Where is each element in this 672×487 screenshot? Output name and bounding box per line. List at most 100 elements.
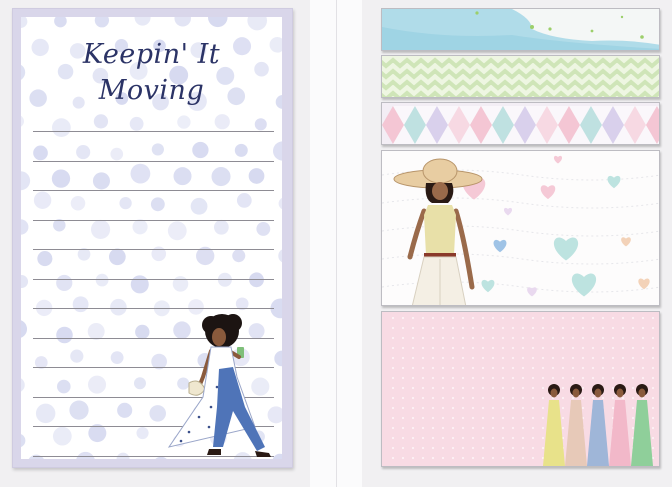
pink-dot <box>652 347 654 349</box>
polka-dot <box>278 249 282 263</box>
figure-face <box>550 388 558 398</box>
pink-dot <box>562 317 564 319</box>
polka-dot <box>93 114 109 129</box>
pink-dot <box>472 357 474 359</box>
flag-hearts <box>381 150 660 306</box>
pink-dot <box>402 457 404 459</box>
notepad-title-line-1: Keepin' It <box>82 39 221 70</box>
pink-dot <box>402 337 404 339</box>
pink-dot <box>452 427 454 429</box>
ruled-line <box>33 131 274 132</box>
pink-dot <box>652 357 654 359</box>
pink-dot <box>622 377 624 379</box>
pink-dot <box>572 337 574 339</box>
polka-dot <box>192 141 209 159</box>
women-in-gowns-illustration <box>543 384 653 466</box>
pink-dot <box>482 387 484 389</box>
pink-dot <box>612 337 614 339</box>
pink-dot <box>522 357 524 359</box>
pink-dot <box>522 397 524 399</box>
pink-dot <box>432 447 434 449</box>
book-spine <box>310 0 362 487</box>
figure-face <box>594 388 602 398</box>
pink-dot <box>462 407 464 409</box>
pink-dot <box>472 417 474 419</box>
polka-dot <box>108 248 126 266</box>
pink-dot <box>642 357 644 359</box>
pink-dot <box>632 347 634 349</box>
pink-dot <box>452 457 454 459</box>
watercolor-pattern <box>382 9 659 50</box>
pink-dot <box>442 417 444 419</box>
pink-dot <box>422 407 424 409</box>
pink-dot <box>452 367 454 369</box>
pink-dot <box>462 387 464 389</box>
pink-dot <box>492 437 494 439</box>
polka-dot <box>21 17 28 28</box>
pink-dot <box>582 337 584 339</box>
pink-dot <box>592 317 594 319</box>
pink-dot <box>412 437 414 439</box>
pink-dot <box>402 357 404 359</box>
polka-dot <box>21 275 29 289</box>
polka-dot <box>33 191 52 209</box>
polka-dot <box>33 145 48 161</box>
pink-dot <box>502 367 504 369</box>
pink-dot <box>552 337 554 339</box>
pink-dot <box>452 327 454 329</box>
pink-dot <box>392 327 394 329</box>
pink-dot <box>402 407 404 409</box>
pink-dot <box>522 317 524 319</box>
pink-dot <box>392 377 394 379</box>
polka-dot <box>272 141 282 161</box>
polka-dot <box>248 168 265 184</box>
pink-dot <box>432 437 434 439</box>
pink-dot <box>622 357 624 359</box>
pink-dot <box>512 417 514 419</box>
pink-dot <box>452 377 454 379</box>
pink-dot <box>412 367 414 369</box>
pink-dot <box>492 347 494 349</box>
pink-dot <box>432 337 434 339</box>
polka-dot <box>72 296 89 313</box>
diamond-pattern <box>382 106 659 144</box>
pink-dot <box>612 317 614 319</box>
pink-dot <box>522 337 524 339</box>
pink-dot <box>472 387 474 389</box>
pink-dot <box>392 317 394 319</box>
pink-dot <box>502 407 504 409</box>
polka-dot <box>53 218 66 232</box>
polka-dot <box>92 172 110 190</box>
pink-dot <box>432 377 434 379</box>
pink-dot <box>422 417 424 419</box>
pink-dot <box>542 367 544 369</box>
chevron-pattern <box>382 57 659 97</box>
pink-dot <box>402 347 404 349</box>
pink-dot <box>582 367 584 369</box>
pink-dot <box>532 417 534 419</box>
pink-dot <box>642 367 644 369</box>
pink-dot <box>442 407 444 409</box>
pink-dot <box>502 357 504 359</box>
pink-dot <box>412 377 414 379</box>
flag-diamond <box>381 102 660 145</box>
pink-dot <box>572 357 574 359</box>
pink-dot <box>392 407 394 409</box>
pink-dot <box>472 377 474 379</box>
pink-dot <box>502 377 504 379</box>
pink-dot <box>562 347 564 349</box>
pink-dot <box>462 317 464 319</box>
pink-dot <box>532 447 534 449</box>
pink-dot <box>572 377 574 379</box>
pink-dot <box>392 447 394 449</box>
pink-dot <box>412 347 414 349</box>
pink-dot <box>542 347 544 349</box>
pink-dot <box>612 357 614 359</box>
pink-dot <box>532 347 534 349</box>
pink-dot <box>492 417 494 419</box>
pink-dot <box>492 317 494 319</box>
pink-dot <box>392 457 394 459</box>
chevron-stripe <box>382 90 659 97</box>
pink-dot <box>422 337 424 339</box>
pink-dot <box>552 367 554 369</box>
